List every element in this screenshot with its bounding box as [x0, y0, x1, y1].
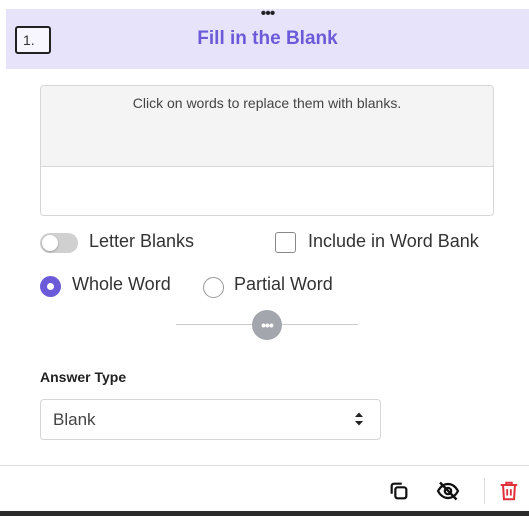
toggle-knob — [42, 235, 58, 251]
include-word-bank-checkbox[interactable] — [275, 232, 296, 253]
editor-text-area[interactable] — [41, 167, 493, 215]
answer-type-select[interactable]: Blank — [40, 399, 381, 440]
footer-divider — [0, 465, 529, 466]
toolbar-separator — [484, 478, 485, 504]
letter-blanks-label: Letter Blanks — [89, 231, 195, 251]
partial-word-radio[interactable] — [203, 277, 224, 298]
question-header: ••• 1. Fill in the Blank — [6, 6, 529, 69]
question-title: Fill in the Blank — [197, 28, 338, 49]
copy-icon[interactable] — [387, 479, 411, 503]
more-options-button[interactable]: ••• — [252, 310, 282, 340]
trash-icon[interactable] — [497, 479, 521, 503]
include-word-bank-label: Include in Word Bank — [308, 231, 479, 251]
radio-dot — [47, 283, 54, 290]
drag-handle-icon[interactable]: ••• — [261, 6, 276, 22]
answer-type-value: Blank — [53, 410, 96, 429]
editor-instructions: Click on words to replace them with blan… — [41, 86, 493, 167]
letter-blanks-toggle[interactable] — [40, 233, 78, 253]
whole-word-label: Whole Word — [72, 274, 171, 294]
question-card: ••• 1. Fill in the Blank Click on words … — [0, 0, 529, 516]
sort-arrows-icon — [355, 412, 363, 426]
hide-icon[interactable] — [436, 479, 460, 503]
partial-word-label: Partial Word — [234, 274, 333, 294]
bottom-edge-bar — [0, 511, 529, 516]
answer-type-label: Answer Type — [40, 369, 127, 385]
blank-editor[interactable]: Click on words to replace them with blan… — [40, 85, 494, 216]
whole-word-radio[interactable] — [40, 276, 61, 297]
